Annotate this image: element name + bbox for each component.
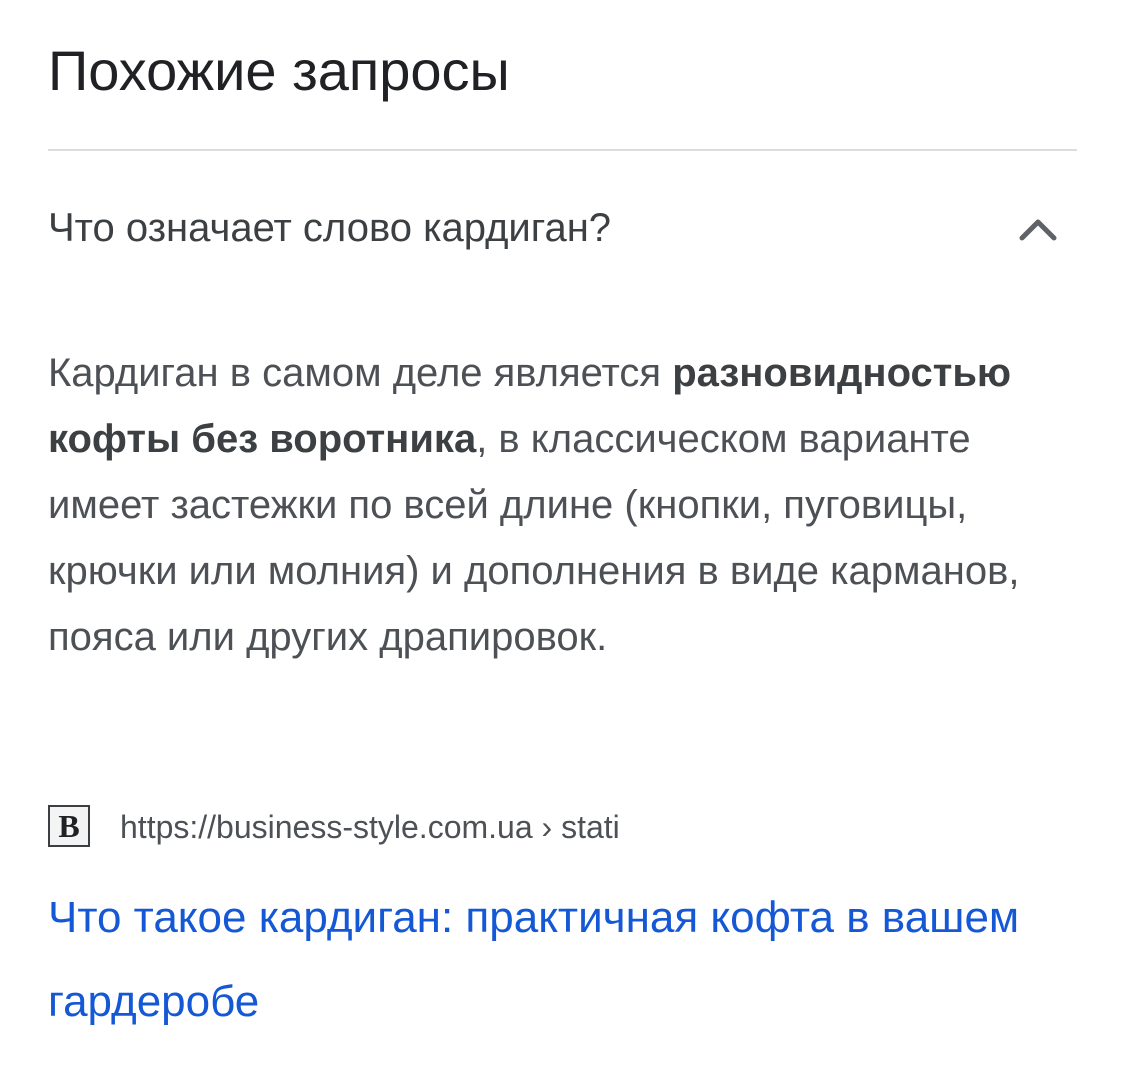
section-title: Похожие запросы (48, 39, 510, 102)
answer-snippet: Кардиган в самом деле является разновидн… (48, 340, 1068, 670)
question-text: Что означает слово кардиган? (48, 206, 612, 250)
source-row[interactable]: B https://business-style.com.ua › stati (48, 802, 1077, 852)
source-url[interactable]: https://business-style.com.ua › stati (120, 806, 620, 848)
question-accordion-toggle[interactable]: Что означает слово кардиган? (48, 190, 1077, 270)
answer-text-start: Кардиган в самом деле является (48, 351, 673, 395)
chevron-up-icon[interactable] (1016, 208, 1060, 248)
site-favicon-icon: B (48, 805, 90, 847)
result-title-link[interactable]: Что такое кардиган: практичная кофта в в… (48, 876, 1077, 1044)
divider (48, 149, 1077, 151)
